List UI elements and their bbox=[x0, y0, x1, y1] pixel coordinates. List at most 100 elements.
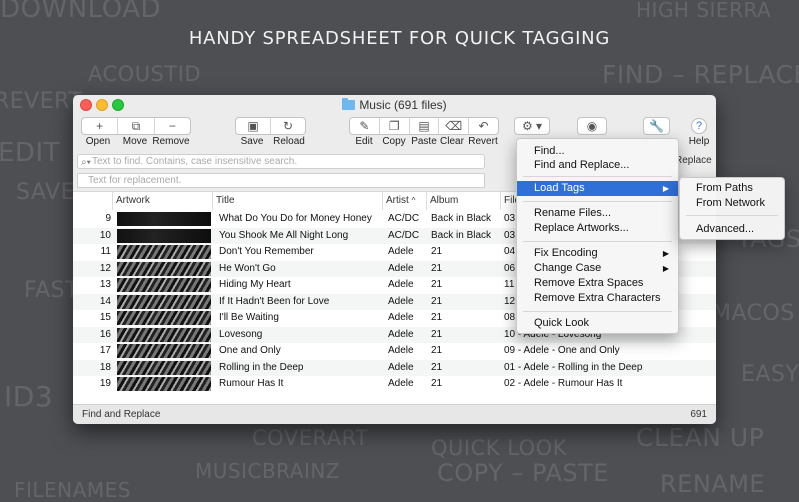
artist-cell[interactable]: AC/DC bbox=[388, 211, 428, 228]
row-number[interactable]: 16 bbox=[73, 327, 111, 344]
album-cell[interactable]: 21 bbox=[431, 244, 501, 261]
row-number[interactable]: 19 bbox=[73, 376, 111, 393]
artist-cell[interactable]: Adele bbox=[388, 277, 428, 294]
artist-cell[interactable]: Adele bbox=[388, 310, 428, 327]
remove-button[interactable]: − bbox=[155, 118, 190, 134]
artist-cell[interactable]: Adele bbox=[388, 294, 428, 311]
menu-item-rename-files[interactable]: Rename Files... bbox=[517, 206, 678, 221]
artist-cell[interactable]: Adele bbox=[388, 327, 428, 344]
row-number[interactable]: 13 bbox=[73, 277, 111, 294]
album-cell[interactable]: 21 bbox=[431, 360, 501, 377]
menu-item-replace-artworks[interactable]: Replace Artworks... bbox=[517, 221, 678, 236]
title-cell[interactable]: He Won't Go bbox=[219, 261, 383, 278]
headline: HANDY SPREADSHEET FOR QUICK TAGGING bbox=[188, 28, 611, 49]
move-label: Move bbox=[122, 136, 148, 147]
album-cell[interactable]: 21 bbox=[431, 327, 501, 344]
wrench-icon: 🔧 bbox=[649, 119, 664, 133]
open-button[interactable]: + bbox=[82, 118, 119, 134]
title-cell[interactable]: If It Hadn't Been for Love bbox=[219, 294, 383, 311]
save-button[interactable]: ▣ bbox=[236, 118, 271, 134]
actions-menu: Find... Find and Replace... Load Tags ▶ Rena… bbox=[516, 138, 679, 334]
menu-item-change-case[interactable]: Change Case ▶ bbox=[517, 261, 678, 276]
minus-icon: − bbox=[168, 119, 176, 133]
table-row[interactable]: 17 One and Only Adele 21 09 - Adele - One an… bbox=[73, 343, 716, 360]
help-label: Help bbox=[688, 136, 710, 147]
reload-icon: ↻ bbox=[282, 119, 294, 133]
title-cell[interactable]: Hiding My Heart bbox=[219, 277, 383, 294]
menu-separator bbox=[523, 201, 672, 202]
search-input[interactable]: ⌕▾ Text to find. Contains, case insensit… bbox=[77, 154, 485, 169]
actions-menu-button[interactable]: ⚙ ▾ bbox=[514, 117, 550, 135]
title-cell[interactable]: Lovesong bbox=[219, 327, 383, 344]
album-cell[interactable]: 21 bbox=[431, 277, 501, 294]
background-keyword: COVERART bbox=[252, 426, 369, 450]
submenu-item-from-network[interactable]: From Network bbox=[680, 196, 784, 211]
background-keyword: FILENAMES bbox=[14, 478, 131, 502]
album-cell[interactable]: 21 bbox=[431, 310, 501, 327]
row-number[interactable]: 10 bbox=[73, 228, 111, 245]
album-cell[interactable]: 21 bbox=[431, 294, 501, 311]
submenu-item-from-paths[interactable]: From Paths bbox=[680, 181, 784, 196]
row-number[interactable]: 18 bbox=[73, 360, 111, 377]
replace-button[interactable]: Replace bbox=[675, 155, 712, 166]
artwork-thumbnail bbox=[117, 344, 211, 358]
row-number[interactable]: 9 bbox=[73, 211, 111, 228]
column-header-album[interactable]: Album bbox=[427, 192, 501, 210]
row-number[interactable]: 11 bbox=[73, 244, 111, 261]
file-cell[interactable]: 01 - Adele - Rolling in the Deep bbox=[504, 360, 714, 377]
open-label: Open bbox=[85, 136, 111, 147]
menu-item-quick-look[interactable]: Quick Look bbox=[517, 316, 678, 331]
edit-button[interactable]: ✎ bbox=[350, 118, 380, 134]
file-cell[interactable]: 02 - Adele - Rumour Has It bbox=[504, 376, 714, 393]
undo-icon: ↶ bbox=[478, 119, 489, 133]
artist-cell[interactable]: Adele bbox=[388, 376, 428, 393]
title-cell[interactable]: You Shook Me All Night Long bbox=[219, 228, 383, 245]
status-text: Find and Replace bbox=[82, 409, 161, 420]
title-cell[interactable]: What Do You Do for Money Honey bbox=[219, 211, 383, 228]
file-cell[interactable]: 09 - Adele - One and Only bbox=[504, 343, 714, 360]
column-header-title[interactable]: Title bbox=[213, 192, 383, 210]
artist-cell[interactable]: AC/DC bbox=[388, 228, 428, 245]
title-cell[interactable]: Don't You Remember bbox=[219, 244, 383, 261]
revert-button[interactable]: ↶ bbox=[469, 118, 498, 134]
column-header-number[interactable] bbox=[73, 192, 113, 210]
menu-item-remove-extra-characters[interactable]: Remove Extra Characters bbox=[517, 291, 678, 306]
row-number[interactable]: 17 bbox=[73, 343, 111, 360]
menu-item-remove-extra-spaces[interactable]: Remove Extra Spaces bbox=[517, 276, 678, 291]
album-cell[interactable]: Back in Black bbox=[431, 228, 501, 245]
move-button[interactable]: ⧉ bbox=[118, 118, 155, 134]
row-number[interactable]: 14 bbox=[73, 294, 111, 311]
menu-item-find[interactable]: Find... bbox=[517, 144, 678, 159]
submenu-item-advanced[interactable]: Advanced... bbox=[680, 222, 784, 237]
quick-look-button[interactable]: ◉ bbox=[577, 117, 607, 135]
column-header-artist[interactable]: Artist ^ bbox=[383, 192, 427, 210]
title-cell[interactable]: I'll Be Waiting bbox=[219, 310, 383, 327]
reload-button[interactable]: ↻ bbox=[271, 118, 305, 134]
album-cell[interactable]: 21 bbox=[431, 376, 501, 393]
tools-button[interactable]: 🔧 bbox=[643, 117, 670, 135]
album-cell[interactable]: 21 bbox=[431, 343, 501, 360]
table-row[interactable]: 19 Rumour Has It Adele 21 02 - Adele - Rumou… bbox=[73, 376, 716, 393]
album-cell[interactable]: 21 bbox=[431, 261, 501, 278]
menu-item-load-tags[interactable]: Load Tags ▶ bbox=[517, 181, 678, 196]
album-cell[interactable]: Back in Black bbox=[431, 211, 501, 228]
replace-input[interactable]: Text for replacement. bbox=[77, 173, 485, 188]
help-button[interactable]: ? bbox=[691, 118, 707, 134]
row-number[interactable]: 15 bbox=[73, 310, 111, 327]
clear-button[interactable]: ⌫ bbox=[439, 118, 470, 134]
paste-button[interactable]: ▤ bbox=[410, 118, 440, 134]
column-header-artwork[interactable]: Artwork bbox=[113, 192, 213, 210]
row-number[interactable]: 12 bbox=[73, 261, 111, 278]
table-row[interactable]: 18 Rolling in the Deep Adele 21 01 - Adele -… bbox=[73, 359, 716, 377]
artist-cell[interactable]: Adele bbox=[388, 244, 428, 261]
title-cell[interactable]: Rumour Has It bbox=[219, 376, 383, 393]
title-cell[interactable]: One and Only bbox=[219, 343, 383, 360]
title-cell[interactable]: Rolling in the Deep bbox=[219, 360, 383, 377]
folder-icon bbox=[342, 98, 356, 110]
menu-item-fix-encoding[interactable]: Fix Encoding ▶ bbox=[517, 246, 678, 261]
artist-cell[interactable]: Adele bbox=[388, 360, 428, 377]
artist-cell[interactable]: Adele bbox=[388, 261, 428, 278]
copy-button[interactable]: ❐ bbox=[380, 118, 410, 134]
menu-item-find-and-replace[interactable]: Find and Replace... bbox=[517, 158, 678, 173]
artist-cell[interactable]: Adele bbox=[388, 343, 428, 360]
